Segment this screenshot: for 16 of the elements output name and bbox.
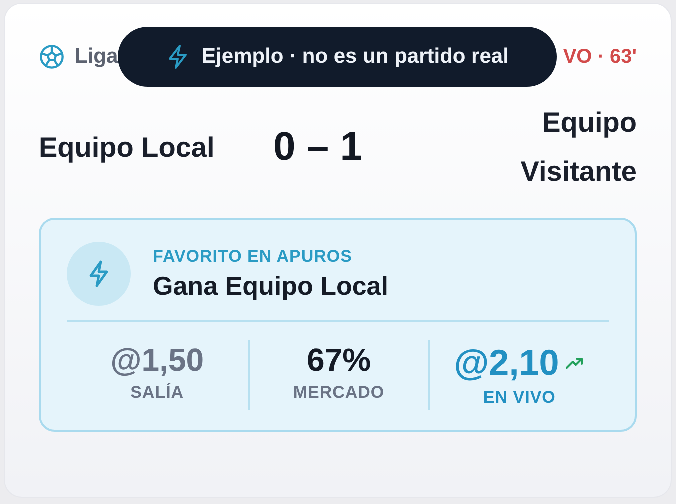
live-status: VO · 63' (563, 46, 637, 68)
away-team: Equipo Visitante (520, 106, 637, 189)
odds-value: @2,10 (454, 342, 560, 384)
alert-eyebrow: FAVORITO EN APUROS (153, 246, 354, 266)
league-name: Liga (75, 45, 118, 69)
toast-text: Ejemplo · no es un partido real (202, 45, 509, 69)
soccer-ball-icon (39, 44, 65, 70)
home-team: Equipo Local (39, 130, 216, 165)
stat-label: SALÍA (130, 383, 184, 403)
odds-value: 67% (306, 342, 372, 379)
alert-title: Gana Equipo Local (153, 270, 388, 302)
stat-label: MERCADO (293, 383, 385, 403)
stat-label: EN VIVO (483, 388, 556, 408)
lightning-icon (67, 242, 131, 306)
score: 0 – 1 (272, 124, 364, 170)
odds-value: @1,50 (110, 342, 204, 379)
